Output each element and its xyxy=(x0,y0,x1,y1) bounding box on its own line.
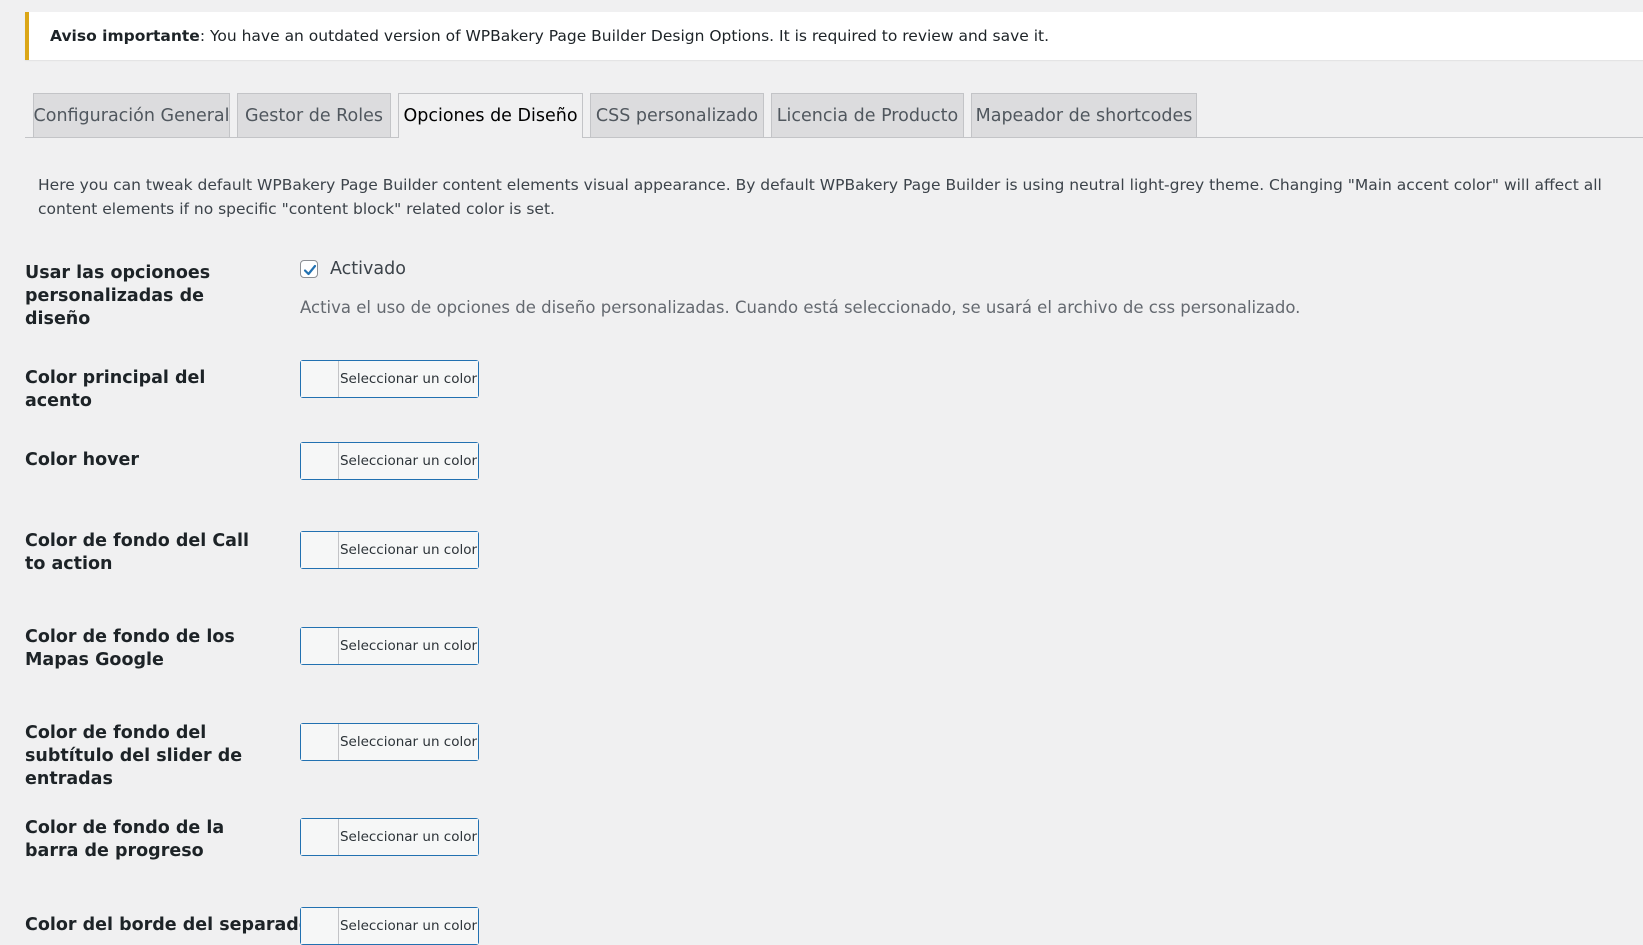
color-swatch xyxy=(301,628,339,664)
use-custom-design-label: Usar las opcionoes personalizadas de dis… xyxy=(25,263,211,329)
color-row-label: Color del borde del separador xyxy=(25,915,320,935)
color-swatch xyxy=(301,819,339,855)
use-custom-design-checkbox[interactable] xyxy=(300,260,318,278)
color-row-label: Color de fondo del subtítulo del slider … xyxy=(25,723,243,789)
tab-label: Gestor de Roles xyxy=(244,105,384,126)
accent-color-picker-button[interactable]: Seleccionar un color xyxy=(300,360,479,398)
color-swatch xyxy=(301,532,339,568)
select-color-label: Seleccionar un color xyxy=(339,724,478,760)
progress-bar-bg-color-picker-button[interactable]: Seleccionar un color xyxy=(300,818,479,856)
tab-label: Mapeador de shortcodes xyxy=(975,105,1193,126)
tab-label: Licencia de Producto xyxy=(776,105,959,126)
select-color-label: Seleccionar un color xyxy=(339,819,478,855)
cta-bg-color-picker-button[interactable]: Seleccionar un color xyxy=(300,531,479,569)
color-row-label: Color principal del acento xyxy=(25,368,206,411)
color-row-label: Color de fondo de los Mapas Google xyxy=(25,627,235,670)
slider-subtitle-bg-color-picker-button[interactable]: Seleccionar un color xyxy=(300,723,479,761)
select-color-label: Seleccionar un color xyxy=(339,628,478,664)
tab-licencia-de-producto[interactable]: Licencia de Producto xyxy=(771,93,964,137)
settings-tabs: Configuración General Gestor de Roles Op… xyxy=(25,93,1643,138)
select-color-label: Seleccionar un color xyxy=(339,908,478,944)
activado-label: Activado xyxy=(330,259,406,279)
tab-label: CSS personalizado xyxy=(595,105,759,126)
color-swatch xyxy=(301,443,339,479)
color-swatch xyxy=(301,908,339,944)
select-color-label: Seleccionar un color xyxy=(339,361,478,397)
gmaps-bg-color-picker-button[interactable]: Seleccionar un color xyxy=(300,627,479,665)
design-options-description: Here you can tweak default WPBakery Page… xyxy=(38,176,1602,218)
use-custom-design-control: Activado xyxy=(300,259,406,279)
notice-text: Aviso importante: You have an outdated v… xyxy=(50,27,1049,45)
color-swatch xyxy=(301,724,339,760)
checkmark-icon xyxy=(303,264,317,276)
tab-label: Configuración General xyxy=(33,105,230,126)
outdated-notice: Aviso importante: You have an outdated v… xyxy=(25,12,1643,60)
select-color-label: Seleccionar un color xyxy=(339,532,478,568)
hover-color-picker-button[interactable]: Seleccionar un color xyxy=(300,442,479,480)
tab-mapeador-de-shortcodes[interactable]: Mapeador de shortcodes xyxy=(971,93,1197,137)
tab-configuracion-general[interactable]: Configuración General xyxy=(33,93,230,137)
color-swatch xyxy=(301,361,339,397)
tab-gestor-de-roles[interactable]: Gestor de Roles xyxy=(237,93,391,137)
color-row-label: Color de fondo del Call to action xyxy=(25,531,249,574)
color-row-label: Color hover xyxy=(25,450,139,470)
tab-css-personalizado[interactable]: CSS personalizado xyxy=(590,93,764,137)
notice-message: : You have an outdated version of WPBake… xyxy=(199,27,1050,45)
notice-strong: Aviso importante xyxy=(50,27,200,45)
separator-border-color-picker-button[interactable]: Seleccionar un color xyxy=(300,907,479,945)
select-color-label: Seleccionar un color xyxy=(339,443,478,479)
tab-label: Opciones de Diseño xyxy=(403,106,578,126)
tab-opciones-de-diseno[interactable]: Opciones de Diseño xyxy=(398,93,583,138)
color-row-label: Color de fondo de la barra de progreso xyxy=(25,818,225,861)
use-custom-design-help: Activa el uso de opciones de diseño pers… xyxy=(300,298,1301,317)
